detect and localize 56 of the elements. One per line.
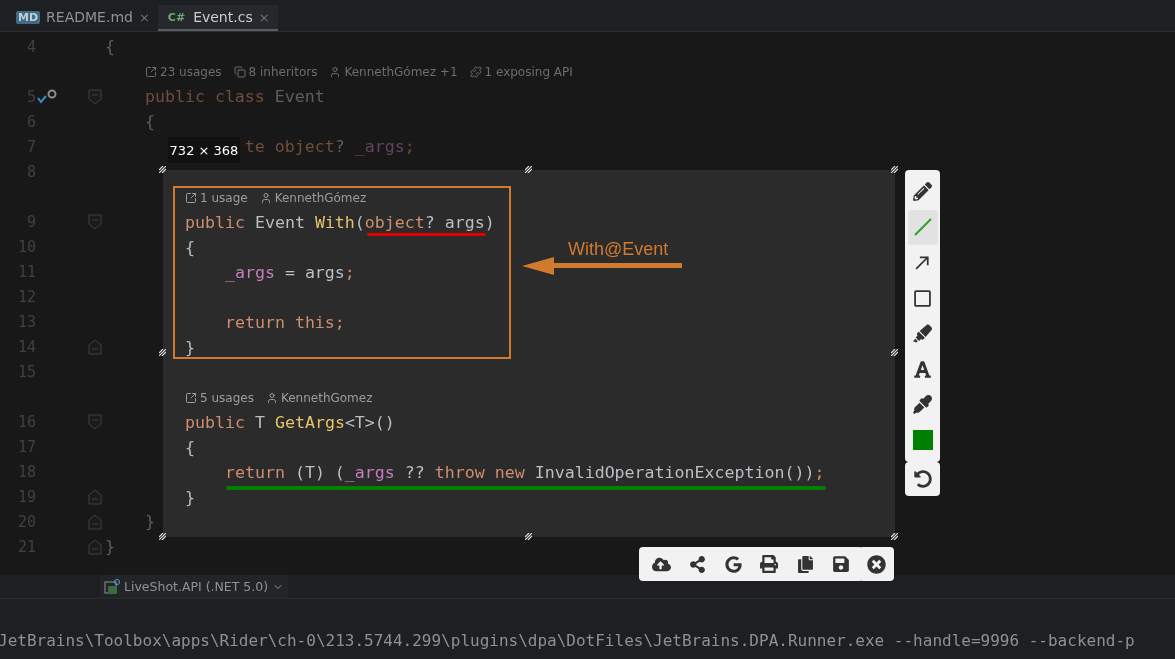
resize-handle-icon[interactable] bbox=[159, 533, 166, 540]
code-line: } bbox=[144, 511, 155, 532]
code-line: { bbox=[185, 237, 195, 258]
arrow-box-icon bbox=[185, 191, 197, 204]
code-line: return (T) (_args ?? throw new InvalidOperationException()); bbox=[224, 462, 825, 483]
code-line: { bbox=[144, 111, 155, 132]
code-line: public Event With(object? args) bbox=[185, 212, 495, 233]
person-icon bbox=[265, 391, 278, 404]
code-line: te object? _args; bbox=[244, 136, 415, 157]
code-line: { bbox=[105, 36, 115, 57]
inlay-hint[interactable]: 8 inheritors bbox=[248, 64, 318, 79]
code-line: return this; bbox=[224, 312, 345, 333]
resize-handle-icon[interactable] bbox=[891, 349, 898, 356]
code-line: public T GetArgs<T>() bbox=[185, 412, 395, 433]
close-icon[interactable]: × bbox=[138, 9, 150, 25]
arrow-mark[interactable] bbox=[522, 256, 682, 276]
highlight-frame[interactable] bbox=[173, 186, 511, 359]
inlay-hint[interactable]: KennethGomez bbox=[280, 390, 373, 405]
person-icon bbox=[259, 191, 272, 204]
resize-handle-icon[interactable] bbox=[891, 166, 898, 173]
arrow-box-icon bbox=[145, 65, 157, 78]
project-breadcrumb[interactable]: LiveShot.API (.NET 5.0) bbox=[100, 575, 289, 598]
resize-handle-icon[interactable] bbox=[525, 166, 532, 173]
person-icon bbox=[329, 65, 342, 78]
implemented-icon[interactable] bbox=[36, 88, 58, 105]
undo-icon bbox=[913, 470, 932, 488]
code-line: } bbox=[185, 487, 195, 508]
size-label: 732 × 368 bbox=[168, 137, 240, 163]
close-icon[interactable]: × bbox=[258, 9, 270, 25]
code-line: } bbox=[105, 536, 115, 557]
inlay-hint[interactable]: 1 usage bbox=[200, 190, 248, 205]
undo-button[interactable] bbox=[905, 462, 940, 496]
resize-handle-icon[interactable] bbox=[891, 533, 898, 540]
editor-tab[interactable]: MD README.md × bbox=[8, 5, 158, 31]
resize-handle-icon[interactable] bbox=[525, 533, 532, 540]
annotation-text[interactable]: With@Event bbox=[568, 239, 669, 260]
code-line: _args = args; bbox=[224, 262, 355, 283]
copy-icon bbox=[233, 65, 246, 78]
code-line: } bbox=[185, 337, 195, 358]
inlay-hint[interactable]: KennethGómez +1 bbox=[344, 64, 458, 79]
inlay-hint[interactable]: 5 usages bbox=[200, 390, 254, 405]
project-icon bbox=[104, 578, 120, 595]
code-line: public class Event bbox=[144, 86, 325, 107]
arrow-box-icon bbox=[185, 391, 197, 404]
file-type-icon: MD bbox=[16, 10, 41, 24]
inlay-hint[interactable]: 1 exposing API bbox=[484, 64, 573, 79]
inlay-hint[interactable]: KennethGómez bbox=[274, 190, 367, 205]
inlay-hint[interactable]: 23 usages bbox=[160, 64, 222, 79]
code-line: { bbox=[185, 437, 195, 458]
editor-tab[interactable]: C# Event.cs × bbox=[157, 5, 278, 31]
file-type-icon: C# bbox=[165, 10, 188, 24]
close-button[interactable] bbox=[859, 547, 894, 581]
resize-handle-icon[interactable] bbox=[159, 166, 166, 173]
resize-handle-icon[interactable] bbox=[159, 349, 166, 356]
puzzle-icon bbox=[469, 65, 482, 78]
close-icon bbox=[867, 554, 886, 574]
